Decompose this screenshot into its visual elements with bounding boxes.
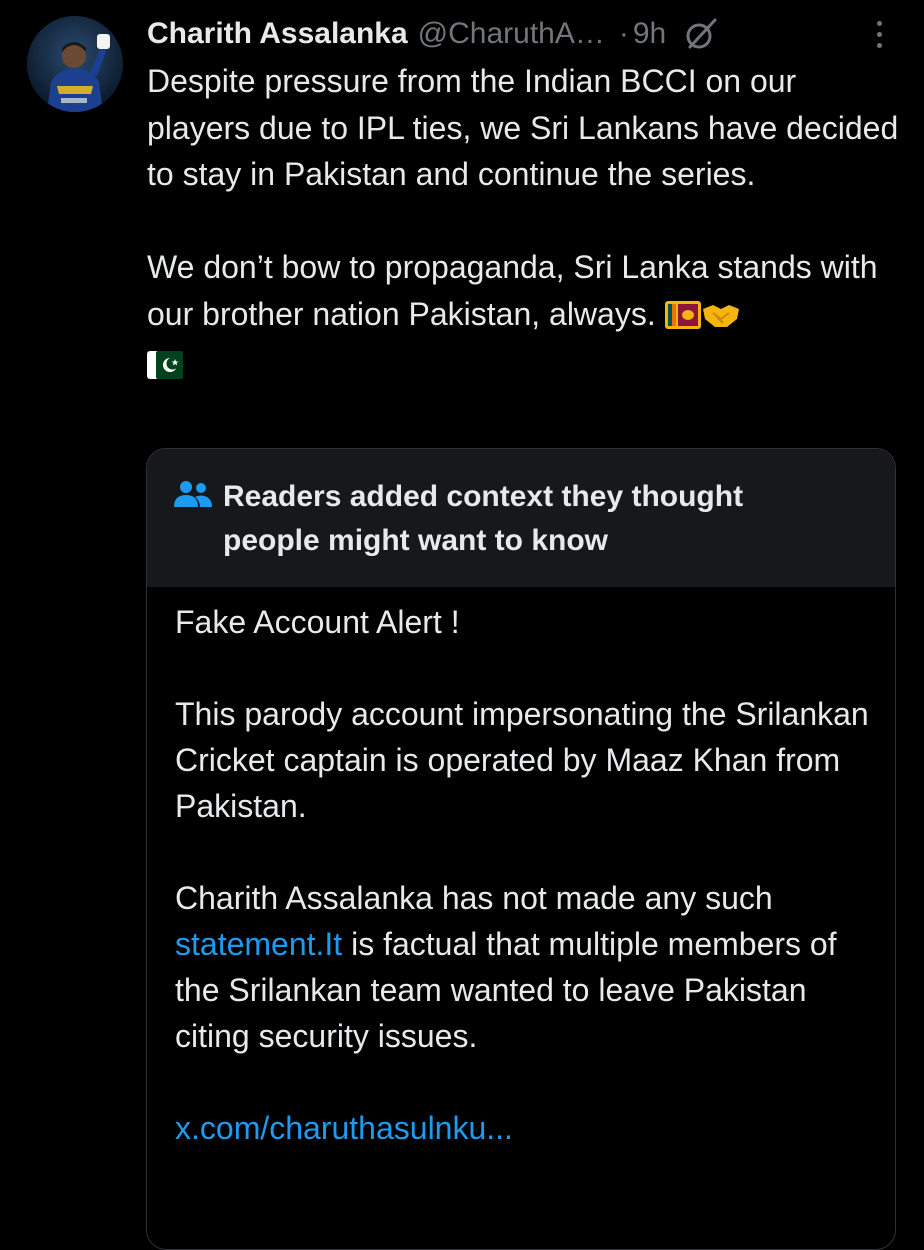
note-paragraph-3-start: Charith Assalanka has not made any such xyxy=(175,880,773,916)
tweet-paragraph-2: We don’t bow to propaganda, Sri Lanka st… xyxy=(147,244,907,392)
tweet-header: Charith Assalanka @CharuthA… · 9h xyxy=(147,12,907,56)
more-icon[interactable] xyxy=(864,14,894,54)
note-paragraph-2: This parody account impersonating the Sr… xyxy=(175,696,869,824)
note-paragraph-3: Charith Assalanka has not made any such … xyxy=(175,875,869,1059)
community-note-header[interactable]: Readers added context they thought peopl… xyxy=(147,449,895,587)
timestamp[interactable]: 9h xyxy=(633,17,666,51)
handshake-icon xyxy=(701,295,741,342)
community-note-title: Readers added context they thought peopl… xyxy=(223,480,744,557)
tweet-paragraph-1: Despite pressure from the Indian BCCI on… xyxy=(147,63,899,192)
people-icon xyxy=(173,479,213,511)
community-note: Readers added context they thought peopl… xyxy=(146,448,896,1250)
separator-dot: · xyxy=(618,17,629,50)
author-handle[interactable]: @CharuthA… xyxy=(418,17,605,51)
pakistan-flag-icon xyxy=(147,345,183,392)
sri-lanka-flag-icon xyxy=(664,295,701,342)
avatar[interactable] xyxy=(27,16,123,112)
tweet-paragraph-2-text: We don’t bow to propaganda, Sri Lanka st… xyxy=(147,249,878,332)
tweet-text: Despite pressure from the Indian BCCI on… xyxy=(147,58,907,392)
note-alert: Fake Account Alert ! xyxy=(175,604,460,640)
source-link[interactable]: x.com/charuthasulnku... xyxy=(175,1110,513,1146)
community-note-body: Fake Account Alert ! This parody account… xyxy=(147,587,895,1151)
grok-icon[interactable] xyxy=(684,17,718,51)
statement-link[interactable]: statement.It xyxy=(175,926,342,962)
author-name[interactable]: Charith Assalanka xyxy=(147,17,408,51)
